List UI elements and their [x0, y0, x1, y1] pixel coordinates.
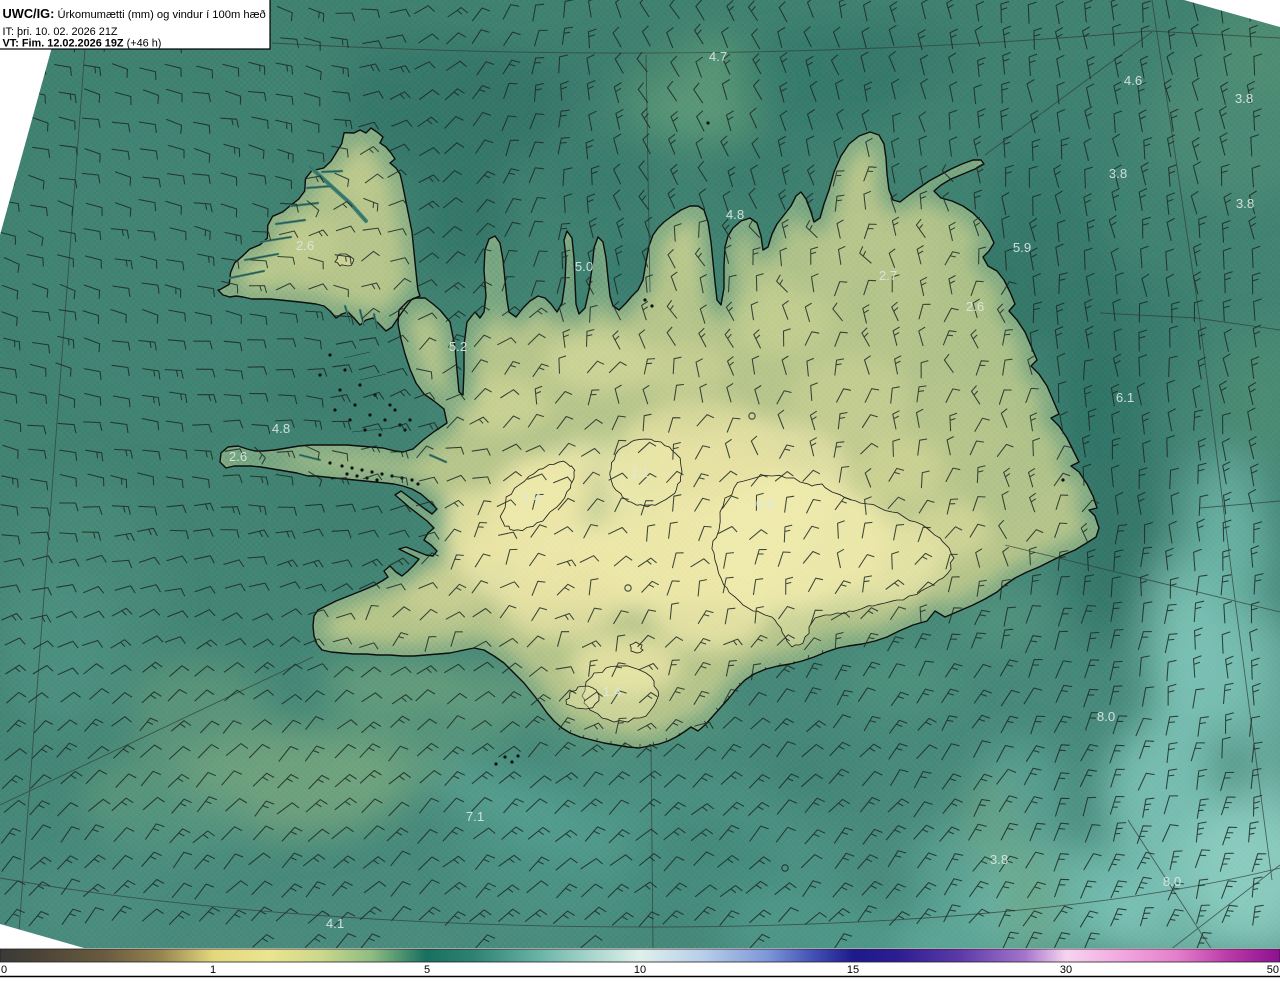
svg-text:2.7: 2.7: [879, 268, 897, 283]
svg-text:VT: Fim. 12.02.2026 19Z (+46 h: VT: Fim. 12.02.2026 19Z (+46 h): [3, 38, 162, 50]
svg-text:4.8: 4.8: [272, 421, 290, 436]
svg-text:3.8: 3.8: [1235, 91, 1253, 106]
svg-text:4.8: 4.8: [726, 207, 744, 222]
svg-text:UWC/IG: Úrkomumætti (mm) og vi: UWC/IG: Úrkomumætti (mm) og vindur í 100…: [3, 6, 266, 21]
svg-text:8.0: 8.0: [1097, 709, 1115, 724]
svg-text:1: 1: [210, 964, 216, 976]
svg-text:5.9: 5.9: [1013, 240, 1031, 255]
svg-text:2.6: 2.6: [966, 299, 984, 314]
svg-text:5: 5: [424, 964, 430, 976]
svg-text:4.1: 4.1: [326, 916, 344, 931]
svg-text:2.6: 2.6: [296, 238, 314, 253]
svg-text:1.1: 1.1: [631, 465, 649, 480]
svg-text:6.1: 6.1: [1116, 390, 1134, 405]
svg-text:30: 30: [1060, 964, 1072, 976]
svg-text:3.8: 3.8: [1109, 166, 1127, 181]
svg-text:15: 15: [847, 964, 859, 976]
svg-text:IT: þri. 10. 02. 2026 21Z: IT: þri. 10. 02. 2026 21Z: [3, 26, 118, 38]
svg-text:7.1: 7.1: [466, 809, 484, 824]
svg-text:5.0: 5.0: [575, 259, 593, 274]
svg-text:3.8: 3.8: [990, 852, 1008, 867]
svg-text:3.8: 3.8: [1236, 196, 1254, 211]
svg-text:1.4: 1.4: [603, 684, 621, 699]
svg-text:1.4: 1.4: [523, 490, 541, 505]
svg-text:50: 50: [1267, 964, 1279, 976]
svg-text:0: 0: [1, 964, 7, 976]
svg-text:8.0: 8.0: [1163, 874, 1181, 889]
svg-text:5.2: 5.2: [449, 339, 467, 354]
svg-text:4.6: 4.6: [1124, 73, 1142, 88]
svg-text:10: 10: [634, 964, 646, 976]
svg-text:2.6: 2.6: [229, 449, 247, 464]
svg-text:0.9: 0.9: [756, 496, 774, 511]
svg-text:4.7: 4.7: [709, 49, 727, 64]
